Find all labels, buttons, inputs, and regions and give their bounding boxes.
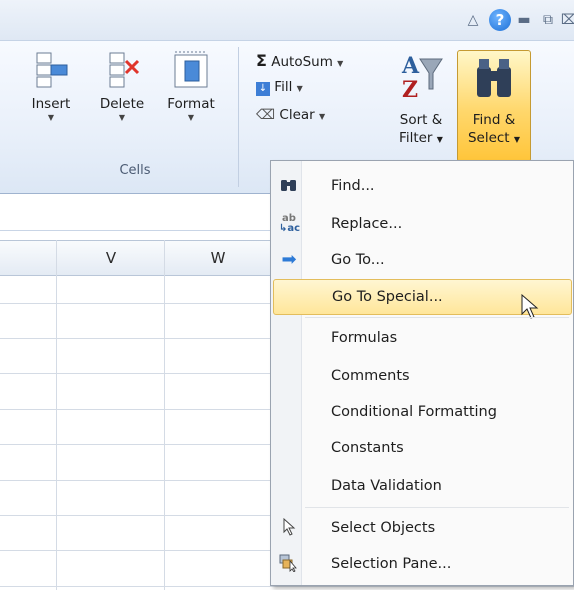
select-label: Select (467, 130, 510, 146)
menu-item-selection-pane[interactable]: Selection Pane... (273, 547, 570, 581)
menu-item-find[interactable]: Find... (273, 169, 570, 203)
filter-label: Filter (399, 130, 433, 146)
menu-item-label: Replace... (331, 216, 403, 232)
delete-cells-button[interactable]: Delete ▼ (92, 49, 152, 123)
autosum-label: AutoSum (271, 54, 333, 70)
menu-item-select-objects[interactable]: Select Objects (273, 511, 570, 545)
format-cells-button[interactable]: Format ▼ (160, 49, 222, 123)
find-select-menu: Find... ab ↳ac Replace... ➡ Go To... Go T… (270, 160, 574, 586)
fill-button[interactable]: ↓ Fill ▼ (256, 79, 356, 96)
insert-label: Insert (31, 96, 71, 112)
chevron-down-icon: ▼ (319, 112, 326, 121)
chevron-down-icon: ▼ (187, 113, 195, 122)
menu-separator (305, 507, 569, 508)
eraser-icon: ⌫ (256, 107, 276, 123)
svg-text:A: A (401, 53, 420, 79)
clear-label: Clear (279, 107, 315, 123)
pointer-icon (279, 517, 299, 538)
clear-button[interactable]: ⌫ Clear ▼ (256, 107, 356, 123)
binoculars-icon (477, 59, 511, 97)
grid-line (0, 586, 574, 587)
chevron-down-icon: ▼ (118, 113, 126, 122)
cells-group-label: Cells (119, 163, 151, 178)
group-divider (238, 47, 239, 187)
sigma-icon: Σ (256, 51, 267, 70)
help-icon[interactable]: ? (489, 9, 511, 31)
menu-item-label: Go To... (331, 252, 385, 268)
menu-item-label: Find... (331, 178, 375, 194)
menu-item-label: Data Validation (331, 478, 442, 494)
fill-label: Fill (274, 79, 293, 95)
menu-item-label: Comments (331, 368, 410, 384)
insert-cells-button[interactable]: Insert ▼ (22, 49, 80, 123)
restore-window-icon[interactable]: ⧉ (537, 9, 559, 31)
sort-filter-button[interactable]: A Z Sort & Filter ▼ (388, 49, 454, 149)
replace-icon: ab ↳ac (279, 213, 301, 234)
column-header-w[interactable]: W (164, 241, 271, 275)
menu-item-label: Formulas (331, 330, 398, 346)
sort-filter-icon: A Z (401, 53, 443, 103)
close-window-icon[interactable]: ⌧ (558, 9, 574, 31)
minimize-window-icon[interactable]: ▬ (513, 9, 535, 31)
menu-item-label: Conditional Formatting (331, 404, 497, 420)
menu-item-go-to-special[interactable]: Go To Special... (273, 279, 572, 319)
menu-item-label: Go To Special... (332, 289, 443, 305)
chevron-down-icon: ▼ (436, 135, 443, 144)
format-cells-icon (174, 51, 208, 88)
sort-label: Sort & (399, 112, 443, 128)
delete-cells-icon (109, 52, 140, 88)
find-select-button[interactable]: Find & Select ▼ (457, 50, 531, 162)
menu-item-replace[interactable]: ab ↳ac Replace... (273, 207, 570, 241)
fill-down-icon: ↓ (256, 82, 270, 96)
menu-item-constants[interactable]: Constants (273, 431, 570, 465)
title-bar: △ ? ▬ ⧉ ⌧ (0, 0, 574, 41)
insert-cells-icon (36, 52, 68, 88)
autosum-button[interactable]: Σ AutoSum ▼ (256, 51, 376, 70)
arrow-right-icon: ➡ (281, 249, 297, 270)
format-label: Format (167, 96, 215, 112)
find-label: Find & (472, 112, 516, 128)
menu-item-label: Select Objects (331, 520, 436, 536)
selection-pane-icon (279, 554, 299, 574)
grid-line (56, 240, 57, 590)
grid-line (164, 240, 165, 590)
column-header-v[interactable]: V (56, 241, 165, 275)
chevron-down-icon: ▼ (47, 113, 55, 122)
chevron-down-icon: ▼ (296, 84, 303, 93)
menu-item-label: Selection Pane... (331, 556, 452, 572)
chevron-down-icon: ▼ (337, 59, 344, 68)
menu-item-go-to[interactable]: ➡ Go To... (273, 243, 570, 277)
menu-item-data-validation[interactable]: Data Validation (273, 469, 570, 503)
menu-item-comments[interactable]: Comments (273, 359, 570, 393)
delete-label: Delete (99, 96, 145, 112)
binoculars-icon (279, 176, 299, 196)
minimize-ribbon-icon[interactable]: △ (462, 9, 484, 31)
menu-item-label: Constants (331, 440, 404, 456)
menu-item-formulas[interactable]: Formulas (273, 321, 570, 355)
menu-separator (305, 317, 569, 318)
chevron-down-icon: ▼ (513, 135, 521, 144)
menu-item-conditional-formatting[interactable]: Conditional Formatting (273, 395, 570, 429)
svg-text:Z: Z (402, 77, 418, 103)
